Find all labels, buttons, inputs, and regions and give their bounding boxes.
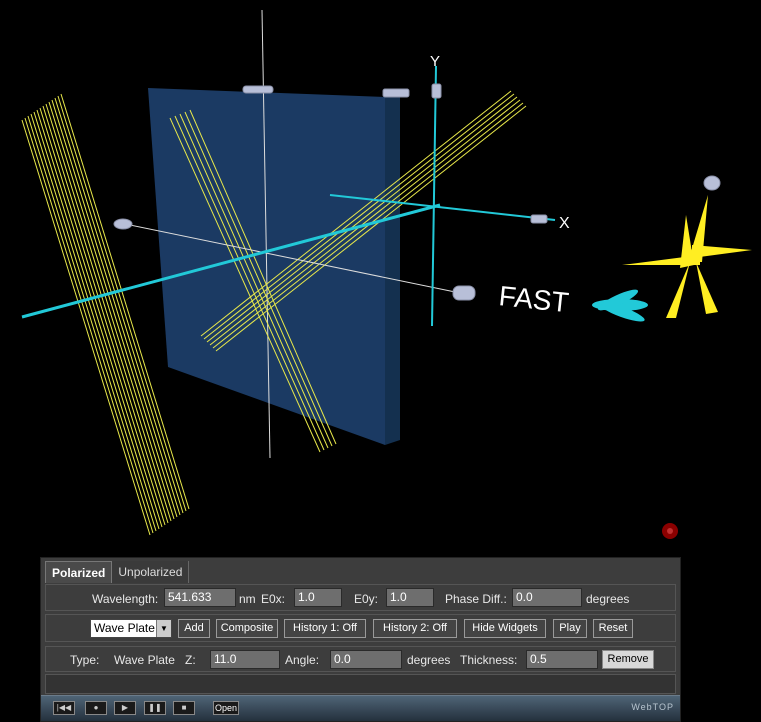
e0y-label: E0y: — [354, 592, 379, 606]
tab-polarized[interactable]: Polarized — [45, 561, 113, 583]
play-button[interactable]: Play — [553, 619, 587, 638]
fast-axis-marker[interactable] — [592, 286, 648, 325]
add-button[interactable]: Add — [178, 619, 210, 638]
player-controls: |◀◀ ● ▶ ❚❚ ■ Open WebTOP — [41, 695, 680, 721]
y-axis — [431, 65, 437, 327]
polarization-star — [622, 195, 752, 318]
history2-button[interactable]: History 2: Off — [373, 619, 457, 638]
y-axis-label: Y — [430, 53, 440, 70]
record-indicator-inner — [667, 528, 673, 534]
skip-back-icon[interactable]: |◀◀ — [53, 701, 75, 715]
control-panel: Polarized Unpolarized Wavelength: 541.63… — [40, 557, 681, 722]
e0y-input[interactable]: 1.0 — [386, 588, 434, 607]
angle-input[interactable]: 0.0 — [330, 650, 402, 669]
angle-unit: degrees — [407, 653, 451, 667]
widget-plate-corner — [382, 88, 410, 98]
reset-button[interactable]: Reset — [593, 619, 633, 638]
element-properties-row: Type: Wave Plate Z: 11.0 Angle: 0.0 degr… — [45, 646, 676, 672]
wave-parameters-row: Wavelength: 541.633 nm E0x: 1.0 E0y: 1.0… — [45, 584, 676, 611]
phase-diff-input[interactable]: 0.0 — [512, 588, 582, 607]
pause-icon[interactable]: ❚❚ — [144, 701, 166, 715]
record-icon[interactable]: ● — [85, 701, 107, 715]
angle-label: Angle: — [285, 653, 320, 667]
composite-button[interactable]: Composite — [216, 619, 278, 638]
wavelength-unit: nm — [239, 592, 256, 606]
remove-button[interactable]: Remove — [602, 650, 654, 669]
e0x-input[interactable]: 1.0 — [294, 588, 342, 607]
type-label: Type: — [70, 653, 100, 667]
widget-top — [242, 85, 274, 94]
widget-far-right — [703, 175, 721, 191]
tab-bar: Polarized Unpolarized — [45, 561, 190, 583]
widget-right — [452, 285, 476, 301]
stop-icon[interactable]: ■ — [173, 701, 195, 715]
hide-widgets-button[interactable]: Hide Widgets — [464, 619, 546, 638]
history1-button[interactable]: History 1: Off — [284, 619, 366, 638]
thickness-label: Thickness: — [460, 653, 518, 667]
thickness-input[interactable]: 0.5 — [526, 650, 598, 669]
3d-scene-viewport[interactable]: Y X FAST — [0, 0, 761, 555]
wavelength-input[interactable]: 541.633 — [164, 588, 236, 607]
play-icon[interactable]: ▶ — [114, 701, 136, 715]
widget-y-axis — [431, 83, 442, 99]
e0x-label: E0x: — [261, 592, 286, 606]
z-input[interactable]: 11.0 — [210, 650, 280, 669]
x-axis-label: X — [559, 215, 570, 232]
widget-x-axis — [530, 214, 548, 224]
phase-diff-label: Phase Diff.: — [445, 592, 507, 606]
type-value: Wave Plate — [114, 653, 175, 667]
wave-plate-edge — [385, 93, 400, 445]
open-button[interactable]: Open — [213, 701, 239, 715]
element-type-value: Wave Plate — [94, 621, 155, 635]
phase-diff-unit: degrees — [586, 592, 630, 606]
wavelength-label: Wavelength: — [92, 592, 159, 606]
chevron-down-icon[interactable]: ▼ — [156, 620, 171, 637]
tab-unpolarized[interactable]: Unpolarized — [112, 561, 190, 583]
element-type-select[interactable]: Wave Plate ▼ — [90, 619, 172, 638]
status-bar — [45, 674, 676, 694]
webtop-logo: WebTOP — [631, 702, 674, 712]
widget-left — [113, 218, 133, 230]
fast-axis-label: FAST — [497, 280, 570, 318]
z-label: Z: — [185, 653, 196, 667]
element-controls-row: Wave Plate ▼ Add Composite History 1: Of… — [45, 614, 676, 642]
